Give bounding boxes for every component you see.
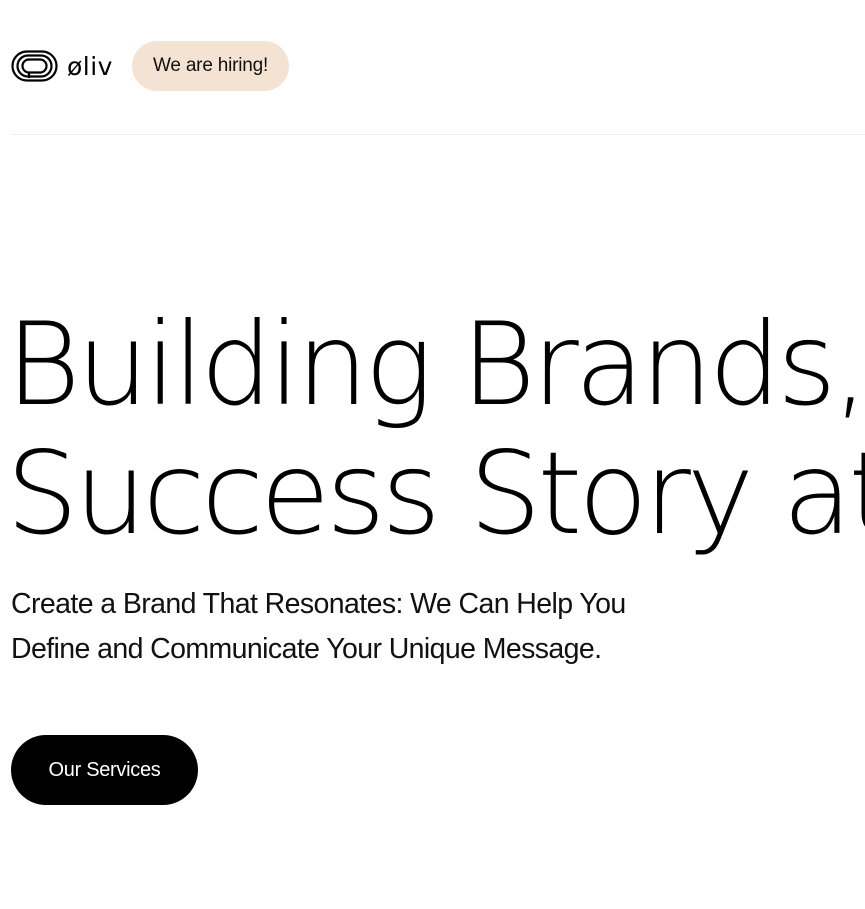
hero-subtitle-line: Create a Brand That Resonates: We Can He… (11, 588, 626, 620)
page: øliv We are hiring! Building Brands, Suc… (0, 0, 865, 909)
hero-subtitle: Create a Brand That Resonates: We Can He… (11, 582, 711, 672)
oliv-logo-icon (11, 50, 58, 82)
brand-logo-link[interactable]: øliv (11, 50, 113, 82)
our-services-button[interactable]: Our Services (11, 735, 198, 805)
hero-title-line: Building Brands, (6, 298, 865, 431)
hero-title: Building Brands, Success Story at (6, 300, 865, 558)
brand-name: øliv (67, 51, 113, 81)
header-divider (11, 134, 865, 135)
site-header: øliv We are hiring! (11, 41, 290, 91)
hero-title-line: Success Story at (6, 427, 865, 560)
hero-subtitle-line: Define and Communicate Your Unique Messa… (11, 633, 602, 665)
hiring-badge-link[interactable]: We are hiring! (131, 41, 290, 91)
